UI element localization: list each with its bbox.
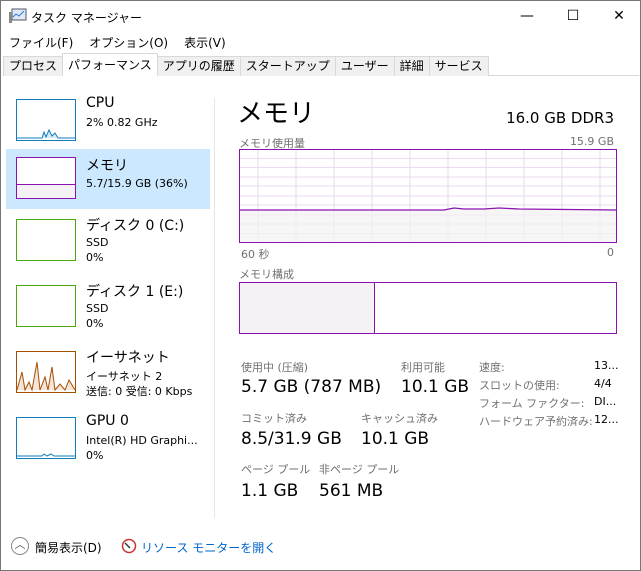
disk1-thumbnail <box>16 285 76 327</box>
hardware-reserved-value: 12... <box>594 413 619 426</box>
tab-services[interactable]: サービス <box>428 56 489 76</box>
sidebar-item-gpu[interactable]: GPU 0 Intel(R) HD Graphi... 0% <box>6 413 210 473</box>
window-title: タスク マネージャー <box>31 11 142 25</box>
nonpaged-pool-value: 561 MB <box>319 481 384 501</box>
gpu-label: GPU 0 <box>86 413 129 429</box>
tab-app-history[interactable]: アプリの履歴 <box>156 56 241 76</box>
footer: ︿ 簡易表示(D) リソース モニターを開く <box>1 531 640 561</box>
minimize-button[interactable]: — <box>504 1 550 31</box>
tab-details[interactable]: 詳細 <box>393 56 430 76</box>
memory-spec: 16.0 GB DDR3 <box>506 109 614 127</box>
sidebar-item-cpu[interactable]: CPU 2% 0.82 GHz <box>6 95 210 155</box>
ethernet-adapter: イーサネット 2 <box>86 370 163 383</box>
committed-label: コミット済み <box>241 412 307 425</box>
maximize-button[interactable]: ☐ <box>550 1 596 31</box>
gpu-usage: 0% <box>86 449 104 462</box>
memory-thumbnail <box>16 157 76 199</box>
tab-processes[interactable]: プロセス <box>3 56 64 76</box>
paged-pool-label: ページ プール <box>241 463 311 476</box>
available-value: 10.1 GB <box>401 377 470 397</box>
menu-bar: ファイル(F) オプション(O) 表示(V) <box>1 33 234 53</box>
sidebar-item-disk0[interactable]: ディスク 0 (C:) SSD 0% <box>6 215 210 275</box>
ethernet-label: イーサネット <box>86 350 170 366</box>
slots-label: スロットの使用: <box>479 379 560 392</box>
sidebar-item-ethernet[interactable]: イーサネット イーサネット 2 送信: 0 受信: 0 Kbps <box>6 347 210 407</box>
cpu-usage: 2% 0.82 GHz <box>86 116 158 129</box>
speed-label: 速度: <box>479 361 505 374</box>
disk1-label: ディスク 1 (E:) <box>86 284 184 300</box>
cpu-thumbnail <box>16 99 76 141</box>
form-factor-label: フォーム ファクター: <box>479 397 585 410</box>
committed-value: 8.5/31.9 GB <box>241 429 342 449</box>
slots-value: 4/4 <box>594 377 612 390</box>
in-use-segment <box>240 283 376 333</box>
menu-options[interactable]: オプション(O) <box>81 33 176 53</box>
ethernet-throughput: 送信: 0 受信: 0 Kbps <box>86 385 193 398</box>
tab-startup[interactable]: スタートアップ <box>239 56 336 76</box>
memory-usage-graph <box>239 149 617 243</box>
nonpaged-pool-label: 非ページ プール <box>319 463 400 476</box>
open-resource-monitor-link[interactable]: リソース モニターを開く <box>141 539 276 556</box>
sidebar-item-disk1[interactable]: ディスク 1 (E:) SSD 0% <box>6 281 210 341</box>
cached-label: キャッシュ済み <box>361 412 438 425</box>
disk0-type: SSD <box>86 236 109 249</box>
cached-value: 10.1 GB <box>361 429 430 449</box>
close-button[interactable]: ✕ <box>596 1 641 31</box>
ethernet-thumbnail <box>16 351 76 393</box>
memory-composition-bar <box>239 282 617 334</box>
memory-usage: 5.7/15.9 GB (36%) <box>86 177 188 190</box>
composition-label: メモリ構成 <box>239 268 294 281</box>
graph-zero-label: 0 <box>607 246 614 259</box>
tab-performance[interactable]: パフォーマンス <box>62 53 158 76</box>
hardware-reserved-label: ハードウェア予約済み: <box>479 415 593 428</box>
disk0-usage: 0% <box>86 251 104 264</box>
available-label: 利用可能 <box>401 361 445 374</box>
panel-divider[interactable] <box>214 98 215 518</box>
disk1-type: SSD <box>86 302 109 315</box>
sidebar-item-memory[interactable]: メモリ 5.7/15.9 GB (36%) <box>6 149 210 209</box>
title-bar: タスク マネージャー — ☐ ✕ <box>1 1 640 31</box>
menu-file[interactable]: ファイル(F) <box>1 33 81 53</box>
in-use-label: 使用中 (圧縮) <box>241 361 309 374</box>
form-factor-value: DI... <box>594 395 617 408</box>
usage-graph-max: 15.9 GB <box>569 135 614 148</box>
time-axis-label: 60 秒 <box>241 248 270 261</box>
disk1-usage: 0% <box>86 317 104 330</box>
page-title: メモリ <box>237 99 316 129</box>
resource-monitor-icon <box>121 538 137 554</box>
paged-pool-value: 1.1 GB <box>241 481 299 501</box>
disk0-label: ディスク 0 (C:) <box>86 218 185 234</box>
speed-value: 13... <box>594 359 619 372</box>
menu-view[interactable]: 表示(V) <box>176 33 234 53</box>
chevron-up-icon[interactable]: ︿ <box>11 537 29 555</box>
memory-label: メモリ <box>86 158 128 174</box>
task-manager-icon <box>9 8 27 23</box>
tab-bar: プロセス パフォーマンス アプリの履歴 スタートアップ ユーザー 詳細 サービス <box>3 53 639 76</box>
cpu-label: CPU <box>86 95 115 111</box>
in-use-value: 5.7 GB (787 MB) <box>241 377 382 397</box>
gpu-model: Intel(R) HD Graphi... <box>86 434 198 447</box>
fewer-details-button[interactable]: 簡易表示(D) <box>35 539 102 556</box>
tab-users[interactable]: ユーザー <box>334 56 395 76</box>
gpu-thumbnail <box>16 417 76 459</box>
disk0-thumbnail <box>16 219 76 261</box>
